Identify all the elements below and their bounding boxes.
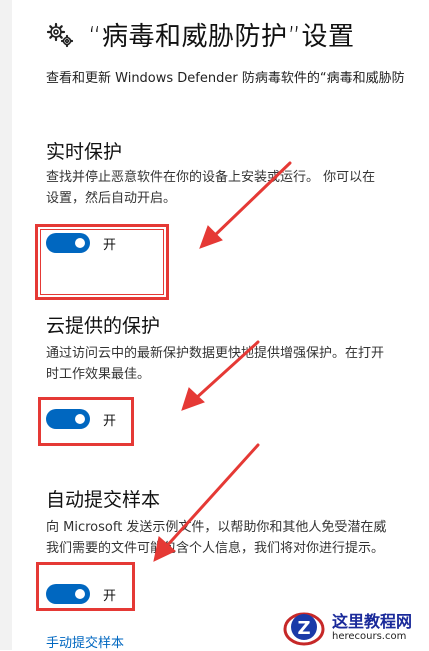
watermark-url: herecours.com	[332, 631, 407, 642]
watermark: Z 这里教程网 herecours.com	[282, 604, 429, 650]
watermark-name: 这里教程网	[332, 612, 413, 631]
watermark-logo-icon: Z	[283, 612, 325, 646]
watermark-text: 这里教程网 herecours.com	[332, 612, 412, 642]
svg-text:Z: Z	[297, 618, 310, 639]
annotation-arrows	[153, 161, 292, 562]
